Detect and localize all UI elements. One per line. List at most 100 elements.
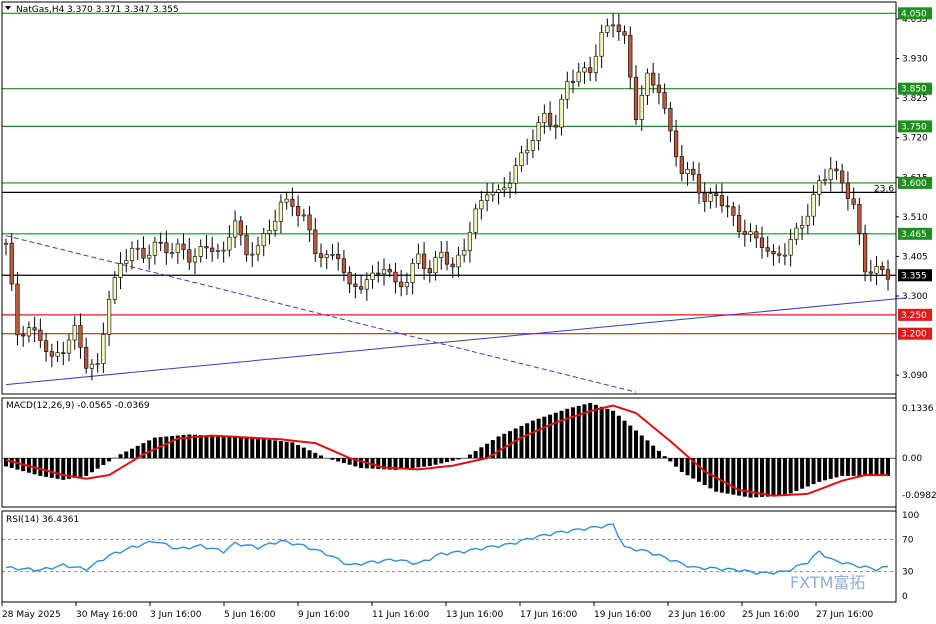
candle bbox=[49, 343, 54, 368]
candle-body bbox=[559, 98, 564, 128]
macd-bar bbox=[256, 438, 260, 459]
candle-body bbox=[330, 253, 335, 256]
candle-body bbox=[124, 260, 129, 264]
rsi-tick-label: 0 bbox=[902, 592, 908, 602]
candle bbox=[61, 341, 66, 366]
candle bbox=[232, 210, 238, 248]
macd-bar bbox=[828, 458, 833, 479]
candle-body bbox=[536, 122, 541, 141]
candle-body bbox=[851, 198, 856, 205]
candle bbox=[593, 44, 599, 82]
candle bbox=[301, 208, 306, 222]
candle-body bbox=[106, 298, 112, 335]
candle-body bbox=[593, 55, 599, 73]
candle bbox=[353, 272, 358, 299]
macd-bar bbox=[845, 458, 850, 476]
candle bbox=[15, 271, 20, 346]
candle-body bbox=[175, 243, 180, 253]
candle bbox=[868, 259, 873, 282]
candle-body bbox=[141, 247, 146, 259]
candle bbox=[433, 251, 438, 281]
candle-body bbox=[78, 325, 83, 348]
candle-body bbox=[273, 220, 278, 231]
candle-body bbox=[404, 282, 410, 288]
macd-bar bbox=[525, 423, 530, 459]
macd-bar bbox=[267, 439, 272, 459]
candle-body bbox=[227, 236, 232, 251]
candle bbox=[502, 177, 507, 197]
candle-body bbox=[112, 277, 117, 300]
macd-bar bbox=[473, 450, 478, 459]
candle-body bbox=[714, 193, 719, 196]
candle-body bbox=[370, 272, 375, 280]
candle-body bbox=[347, 272, 352, 285]
candle bbox=[834, 160, 839, 180]
candle-body bbox=[399, 281, 404, 288]
candle-body bbox=[313, 229, 318, 254]
macd-bar bbox=[622, 420, 627, 459]
macd-bar bbox=[296, 444, 301, 459]
macd-bar bbox=[719, 458, 724, 493]
macd-bar bbox=[61, 458, 66, 480]
macd-bar bbox=[95, 458, 100, 469]
candle bbox=[393, 262, 398, 294]
candle bbox=[610, 13, 616, 38]
macd-bar bbox=[616, 415, 621, 459]
candle-body bbox=[43, 340, 49, 352]
candle bbox=[759, 226, 765, 259]
candle-body bbox=[255, 245, 261, 255]
macd-bar bbox=[840, 458, 845, 476]
candle bbox=[135, 240, 140, 261]
candle-body bbox=[811, 194, 816, 217]
candle-body bbox=[765, 247, 770, 252]
macd-bar bbox=[72, 458, 77, 478]
macd-bar bbox=[685, 458, 690, 476]
candle bbox=[714, 184, 719, 208]
candle-body bbox=[129, 248, 135, 261]
candle bbox=[519, 145, 524, 172]
candle-body bbox=[358, 286, 364, 290]
candle-body bbox=[410, 263, 415, 283]
candle-body bbox=[696, 174, 702, 194]
candle bbox=[444, 241, 450, 271]
candle-body bbox=[828, 168, 833, 180]
candle-body bbox=[135, 247, 140, 250]
candle-body bbox=[840, 170, 845, 184]
candle-body bbox=[868, 271, 873, 274]
candle-body bbox=[656, 84, 662, 93]
macd-bar bbox=[221, 436, 226, 459]
macd-bar bbox=[851, 458, 856, 476]
candle-body bbox=[610, 24, 616, 27]
macd-bar bbox=[422, 458, 427, 467]
candle bbox=[840, 163, 845, 192]
macd-bar bbox=[319, 455, 323, 459]
candle bbox=[628, 26, 633, 89]
macd-bar bbox=[410, 458, 415, 469]
candle bbox=[66, 334, 72, 362]
candle-body bbox=[639, 95, 644, 120]
candle bbox=[416, 243, 421, 269]
candle-body bbox=[599, 32, 604, 57]
candle-body bbox=[496, 189, 501, 193]
macd-bar bbox=[439, 458, 444, 464]
candle bbox=[267, 219, 272, 245]
chevron-down-icon[interactable] bbox=[5, 6, 11, 10]
candle bbox=[124, 249, 129, 273]
macd-bar bbox=[284, 441, 289, 459]
level-label: 3.750 bbox=[901, 122, 927, 132]
candle bbox=[72, 316, 77, 350]
candle bbox=[565, 71, 570, 109]
candle-body bbox=[616, 24, 621, 32]
candle bbox=[639, 85, 644, 132]
candle-body bbox=[725, 205, 730, 208]
candle-body bbox=[72, 325, 77, 341]
macd-bar bbox=[834, 458, 839, 478]
candle-body bbox=[15, 283, 20, 336]
candle bbox=[456, 246, 461, 278]
candle bbox=[43, 333, 49, 362]
candle bbox=[106, 290, 112, 347]
trendline bbox=[5, 297, 906, 386]
candle bbox=[570, 69, 576, 94]
macd-bar bbox=[771, 458, 776, 497]
candle-body bbox=[324, 254, 329, 258]
